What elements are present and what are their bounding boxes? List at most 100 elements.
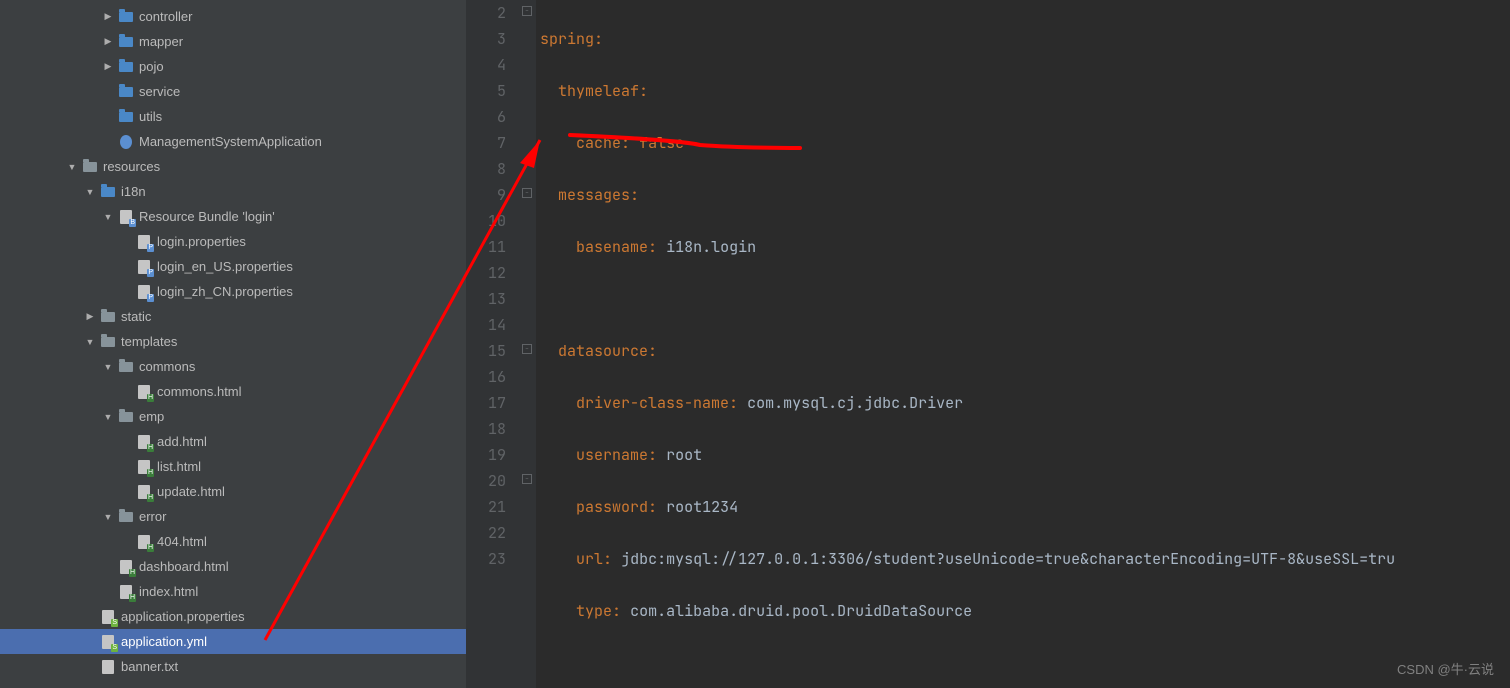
fold-toggle-icon[interactable]: − [522,6,532,16]
code-line[interactable]: cache: false [540,130,1510,156]
tree-item-404[interactable]: ▶ H 404.html [0,529,466,554]
project-tree-panel[interactable]: ▶ controller ▶ mapper ▶ pojo ▶ service ▶… [0,0,466,688]
fold-gutter[interactable]: − − − − [520,0,536,688]
tree-item-login-en[interactable]: ▶ P login_en_US.properties [0,254,466,279]
line-number: 12 [466,260,506,286]
tree-item-i18n[interactable]: ▼ i18n [0,179,466,204]
tree-label: login_en_US.properties [157,259,293,274]
code-line[interactable]: password: root1234 [540,494,1510,520]
tree-item-mapper[interactable]: ▶ mapper [0,29,466,54]
code-line[interactable]: datasource: [540,338,1510,364]
tree-item-static[interactable]: ▶ static [0,304,466,329]
folder-icon [118,84,134,100]
tree-label: commons.html [157,384,242,399]
tree-item-bundle[interactable]: ▼ B Resource Bundle 'login' [0,204,466,229]
tree-item-commons[interactable]: ▼ commons [0,354,466,379]
code-line[interactable]: basename: i18n.login [540,234,1510,260]
tree-item-resources[interactable]: ▼ resources [0,154,466,179]
tree-item-utils[interactable]: ▶ utils [0,104,466,129]
code-line[interactable]: spring: [540,26,1510,52]
code-line[interactable]: thymeleaf: [540,78,1510,104]
tree-item-templates[interactable]: ▼ templates [0,329,466,354]
fold-toggle-icon[interactable]: − [522,188,532,198]
chevron-right-icon[interactable]: ▶ [82,309,98,325]
chevron-down-icon[interactable]: ▼ [82,334,98,350]
chevron-down-icon[interactable]: ▼ [100,409,116,425]
bundle-icon: B [118,209,134,225]
chevron-right-icon[interactable]: ▶ [100,34,116,50]
line-number: 10 [466,208,506,234]
code-line[interactable] [540,650,1510,676]
tree-label: mapper [139,34,183,49]
chevron-down-icon[interactable]: ▼ [82,184,98,200]
line-number: 17 [466,390,506,416]
tree-item-pojo[interactable]: ▶ pojo [0,54,466,79]
folder-icon [118,9,134,25]
tree-item-login-zh[interactable]: ▶ P login_zh_CN.properties [0,279,466,304]
tree-label: service [139,84,180,99]
tree-item-app-yml[interactable]: ▶ S application.yml [0,629,466,654]
watermark: CSDN @牛·云说 [1397,659,1494,678]
folder-icon [118,509,134,525]
chevron-down-icon[interactable]: ▼ [100,509,116,525]
tree-label: commons [139,359,195,374]
tree-item-commons-html[interactable]: ▶ H commons.html [0,379,466,404]
fold-toggle-icon[interactable]: − [522,474,532,484]
tree-item-list-html[interactable]: ▶ H list.html [0,454,466,479]
line-number: 9 [466,182,506,208]
tree-item-app-properties[interactable]: ▶ S application.properties [0,604,466,629]
tree-item-error[interactable]: ▼ error [0,504,466,529]
line-number: 19 [466,442,506,468]
html-file-icon: H [118,559,134,575]
tree-item-service[interactable]: ▶ service [0,79,466,104]
tree-label: static [121,309,151,324]
spring-config-icon: S [100,609,116,625]
chevron-down-icon[interactable]: ▼ [100,209,116,225]
tree-label: pojo [139,59,164,74]
html-file-icon: H [136,459,152,475]
chevron-right-icon[interactable]: ▶ [100,9,116,25]
tree-item-banner[interactable]: ▶ banner.txt [0,654,466,679]
html-file-icon: H [118,584,134,600]
tree-item-update-html[interactable]: ▶ H update.html [0,479,466,504]
project-tree[interactable]: ▶ controller ▶ mapper ▶ pojo ▶ service ▶… [0,0,466,679]
line-number: 3 [466,26,506,52]
tree-label: login_zh_CN.properties [157,284,293,299]
tree-item-app-class[interactable]: ▶ ManagementSystemApplication [0,129,466,154]
tree-item-controller[interactable]: ▶ controller [0,4,466,29]
tree-item-index[interactable]: ▶ H index.html [0,579,466,604]
code-line[interactable]: url: jdbc:mysql://127.0.0.1:3306/student… [540,546,1510,572]
properties-file-icon: P [136,259,152,275]
chevron-down-icon[interactable]: ▼ [64,159,80,175]
code-content[interactable]: spring: thymeleaf: cache: false messages… [536,0,1510,688]
tree-label: resources [103,159,160,174]
tree-item-dashboard[interactable]: ▶ H dashboard.html [0,554,466,579]
tree-label: banner.txt [121,659,178,674]
chevron-down-icon[interactable]: ▼ [100,359,116,375]
line-number: 18 [466,416,506,442]
folder-icon [118,59,134,75]
code-line[interactable]: driver-class-name: com.mysql.cj.jdbc.Dri… [540,390,1510,416]
text-file-icon [100,659,116,675]
code-line[interactable] [540,286,1510,312]
line-number: 21 [466,494,506,520]
code-line[interactable]: messages: [540,182,1510,208]
tree-label: ManagementSystemApplication [139,134,322,149]
fold-toggle-icon[interactable]: − [522,344,532,354]
tree-item-login-prop[interactable]: ▶ P login.properties [0,229,466,254]
chevron-right-icon[interactable]: ▶ [100,59,116,75]
tree-label: login.properties [157,234,246,249]
code-editor[interactable]: 2 3 4 5 6 7 8 9 10 11 12 13 14 15 16 17 … [466,0,1510,688]
line-number-gutter: 2 3 4 5 6 7 8 9 10 11 12 13 14 15 16 17 … [466,0,520,688]
line-number: 2 [466,0,506,26]
line-number: 5 [466,78,506,104]
tree-item-add-html[interactable]: ▶ H add.html [0,429,466,454]
html-file-icon: H [136,534,152,550]
line-number: 11 [466,234,506,260]
tree-item-emp[interactable]: ▼ emp [0,404,466,429]
code-line[interactable]: username: root [540,442,1510,468]
line-number: 7 [466,130,506,156]
code-line[interactable]: type: com.alibaba.druid.pool.DruidDataSo… [540,598,1510,624]
tree-label: add.html [157,434,207,449]
html-file-icon: H [136,484,152,500]
